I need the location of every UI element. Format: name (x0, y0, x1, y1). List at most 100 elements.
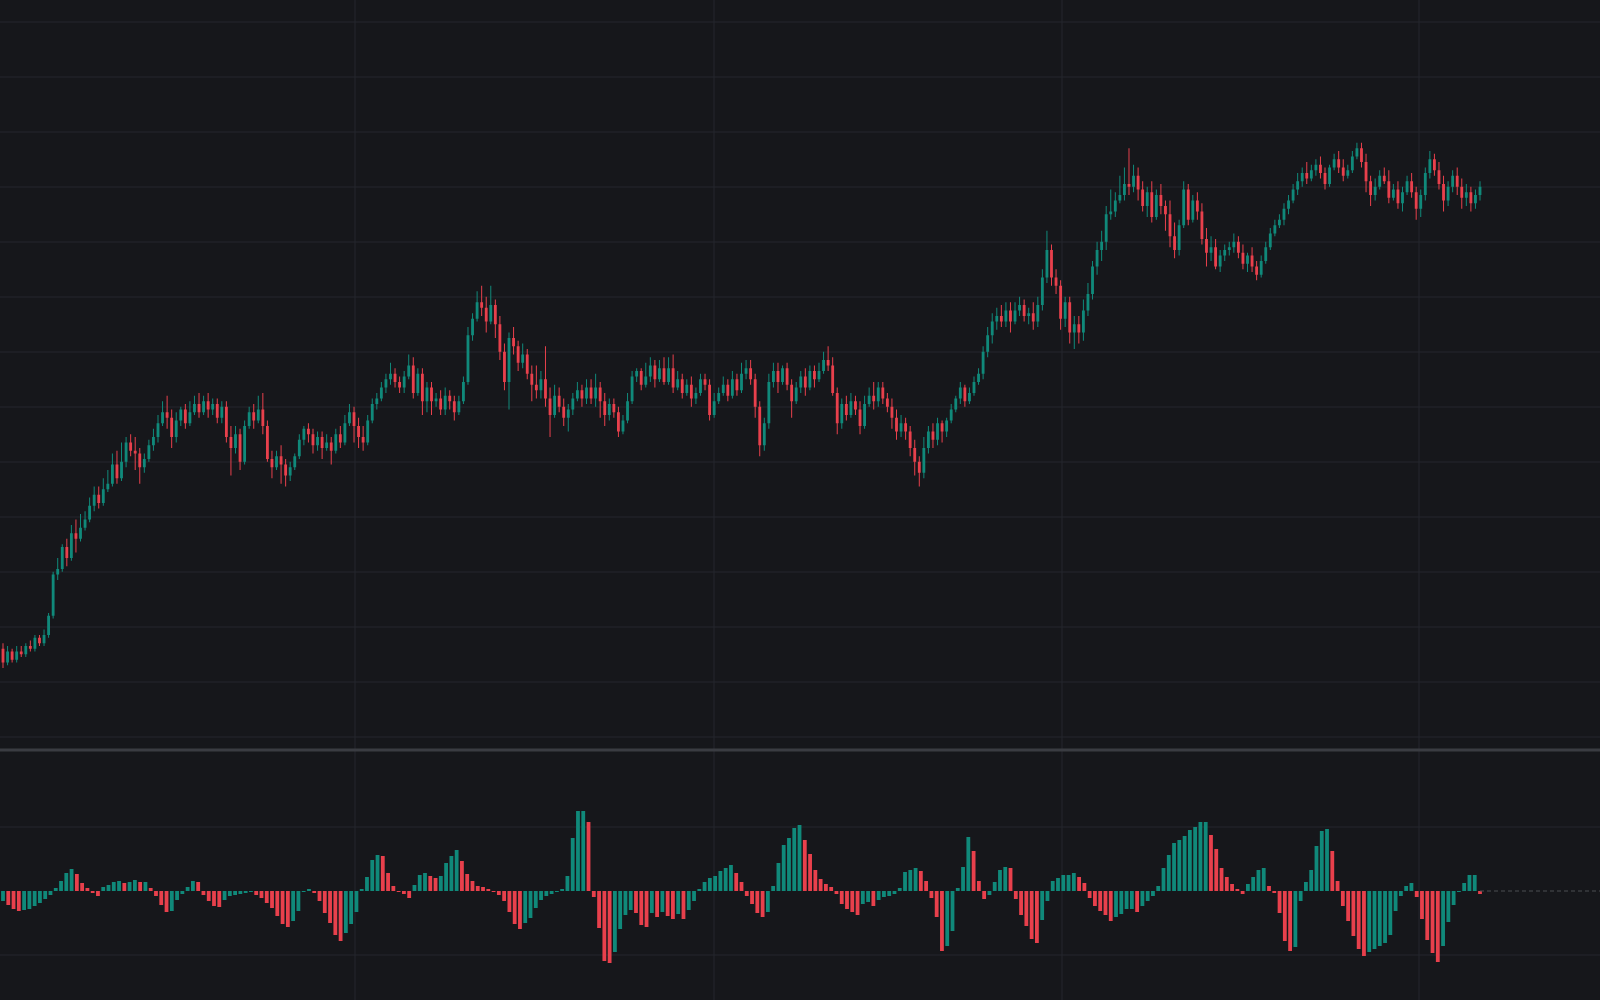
histogram-bar[interactable] (1340, 891, 1345, 906)
histogram-bar[interactable] (903, 872, 907, 891)
histogram-bar[interactable] (982, 891, 987, 899)
histogram-bar[interactable] (533, 891, 538, 908)
histogram-bar[interactable] (1193, 827, 1198, 891)
histogram-bar[interactable] (613, 891, 617, 952)
histogram-bar[interactable] (1177, 840, 1182, 891)
histogram-bar[interactable] (1462, 883, 1467, 891)
histogram-bar[interactable] (523, 891, 528, 923)
histogram-bar[interactable] (739, 882, 744, 891)
histogram-bar[interactable] (1103, 891, 1108, 915)
histogram-bar[interactable] (644, 891, 649, 927)
histogram-bar[interactable] (1346, 891, 1351, 921)
histogram-bar[interactable] (1045, 891, 1050, 901)
histogram-bar[interactable] (1330, 851, 1335, 891)
candle[interactable] (47, 613, 50, 638)
histogram-bar[interactable] (365, 877, 369, 891)
histogram-bar[interactable] (1441, 891, 1445, 946)
histogram-bar[interactable] (148, 888, 153, 891)
histogram-bar[interactable] (539, 891, 543, 900)
histogram-bar[interactable] (1061, 875, 1066, 891)
histogram-bar[interactable] (528, 891, 533, 918)
histogram-bar[interactable] (481, 887, 485, 891)
histogram-bar[interactable] (765, 891, 770, 912)
histogram-bar[interactable] (222, 891, 227, 900)
histogram-bar[interactable] (1035, 891, 1039, 943)
histogram-bar[interactable] (507, 891, 512, 912)
histogram-bar[interactable] (206, 891, 211, 901)
histogram-bar[interactable] (301, 891, 306, 892)
histogram-bar[interactable] (681, 891, 686, 919)
histogram-bar[interactable] (386, 873, 390, 891)
histogram-bar[interactable] (1071, 873, 1076, 891)
histogram-bar[interactable] (692, 891, 696, 901)
histogram-bar[interactable] (233, 891, 237, 895)
candle[interactable] (243, 420, 247, 465)
histogram-bar[interactable] (855, 891, 860, 915)
histogram-bar[interactable] (866, 891, 870, 902)
histogram-bar[interactable] (217, 891, 222, 907)
histogram-bar[interactable] (1409, 883, 1414, 891)
histogram-bar[interactable] (1430, 891, 1435, 953)
histogram-bar[interactable] (185, 887, 190, 891)
histogram-bar[interactable] (924, 881, 929, 891)
histogram-bar[interactable] (655, 891, 659, 917)
histogram-bar[interactable] (465, 874, 470, 891)
histogram-bar[interactable] (243, 891, 248, 893)
histogram-bar[interactable] (375, 855, 380, 891)
histogram-bar[interactable] (1140, 891, 1145, 906)
histogram-bar[interactable] (191, 881, 195, 891)
histogram-bar[interactable] (966, 837, 971, 891)
histogram-bar[interactable] (333, 891, 338, 935)
histogram-bar[interactable] (961, 867, 965, 891)
histogram-bar[interactable] (470, 881, 475, 891)
histogram-bar[interactable] (934, 891, 939, 917)
histogram-bar[interactable] (402, 891, 406, 894)
histogram-bar[interactable] (1198, 822, 1203, 891)
histogram-bar[interactable] (1156, 886, 1161, 891)
histogram-bar[interactable] (1066, 875, 1071, 891)
histogram-bar[interactable] (212, 891, 216, 906)
histogram-bar[interactable] (180, 891, 185, 894)
histogram-bar[interactable] (787, 838, 791, 891)
candle[interactable] (1186, 184, 1190, 226)
histogram-bar[interactable] (1077, 877, 1081, 891)
histogram-bar[interactable] (1472, 875, 1477, 891)
histogram-bar[interactable] (1187, 830, 1192, 891)
histogram-bar[interactable] (808, 854, 812, 891)
histogram-bar[interactable] (1082, 883, 1087, 891)
histogram-bar[interactable] (11, 891, 16, 909)
histogram-bar[interactable] (1393, 891, 1398, 911)
histogram-bar[interactable] (1288, 891, 1292, 951)
histogram-bar[interactable] (1008, 868, 1013, 891)
candle[interactable] (1328, 164, 1331, 187)
histogram-bar[interactable] (1087, 891, 1092, 898)
histogram-bar[interactable] (275, 891, 280, 916)
histogram-bar[interactable] (1214, 849, 1219, 891)
histogram-bar[interactable] (6, 891, 11, 905)
histogram-bar[interactable] (723, 868, 728, 891)
histogram-bar[interactable] (987, 891, 992, 895)
histogram-bar[interactable] (940, 891, 944, 951)
histogram-bar[interactable] (1277, 891, 1282, 913)
histogram-bar[interactable] (971, 851, 976, 891)
histogram-bar[interactable] (908, 870, 913, 891)
histogram-bar[interactable] (491, 891, 496, 892)
histogram-bar[interactable] (771, 886, 776, 891)
histogram-bar[interactable] (1050, 881, 1055, 891)
histogram-bar[interactable] (349, 891, 354, 924)
candle[interactable] (781, 365, 784, 385)
histogram-bar[interactable] (1093, 891, 1097, 906)
histogram-bar[interactable] (549, 891, 554, 894)
histogram-bar[interactable] (449, 856, 454, 891)
histogram-bar[interactable] (802, 840, 807, 891)
histogram-bar[interactable] (913, 868, 918, 891)
histogram-bar[interactable] (1224, 877, 1229, 891)
histogram-bar[interactable] (154, 891, 158, 896)
histogram-bar[interactable] (1124, 891, 1129, 909)
histogram-bar[interactable] (338, 891, 343, 941)
histogram-bar[interactable] (48, 891, 53, 895)
histogram-bar[interactable] (227, 891, 232, 896)
histogram-bar[interactable] (671, 891, 675, 919)
histogram-bar[interactable] (328, 891, 332, 923)
histogram-bar[interactable] (929, 891, 934, 898)
